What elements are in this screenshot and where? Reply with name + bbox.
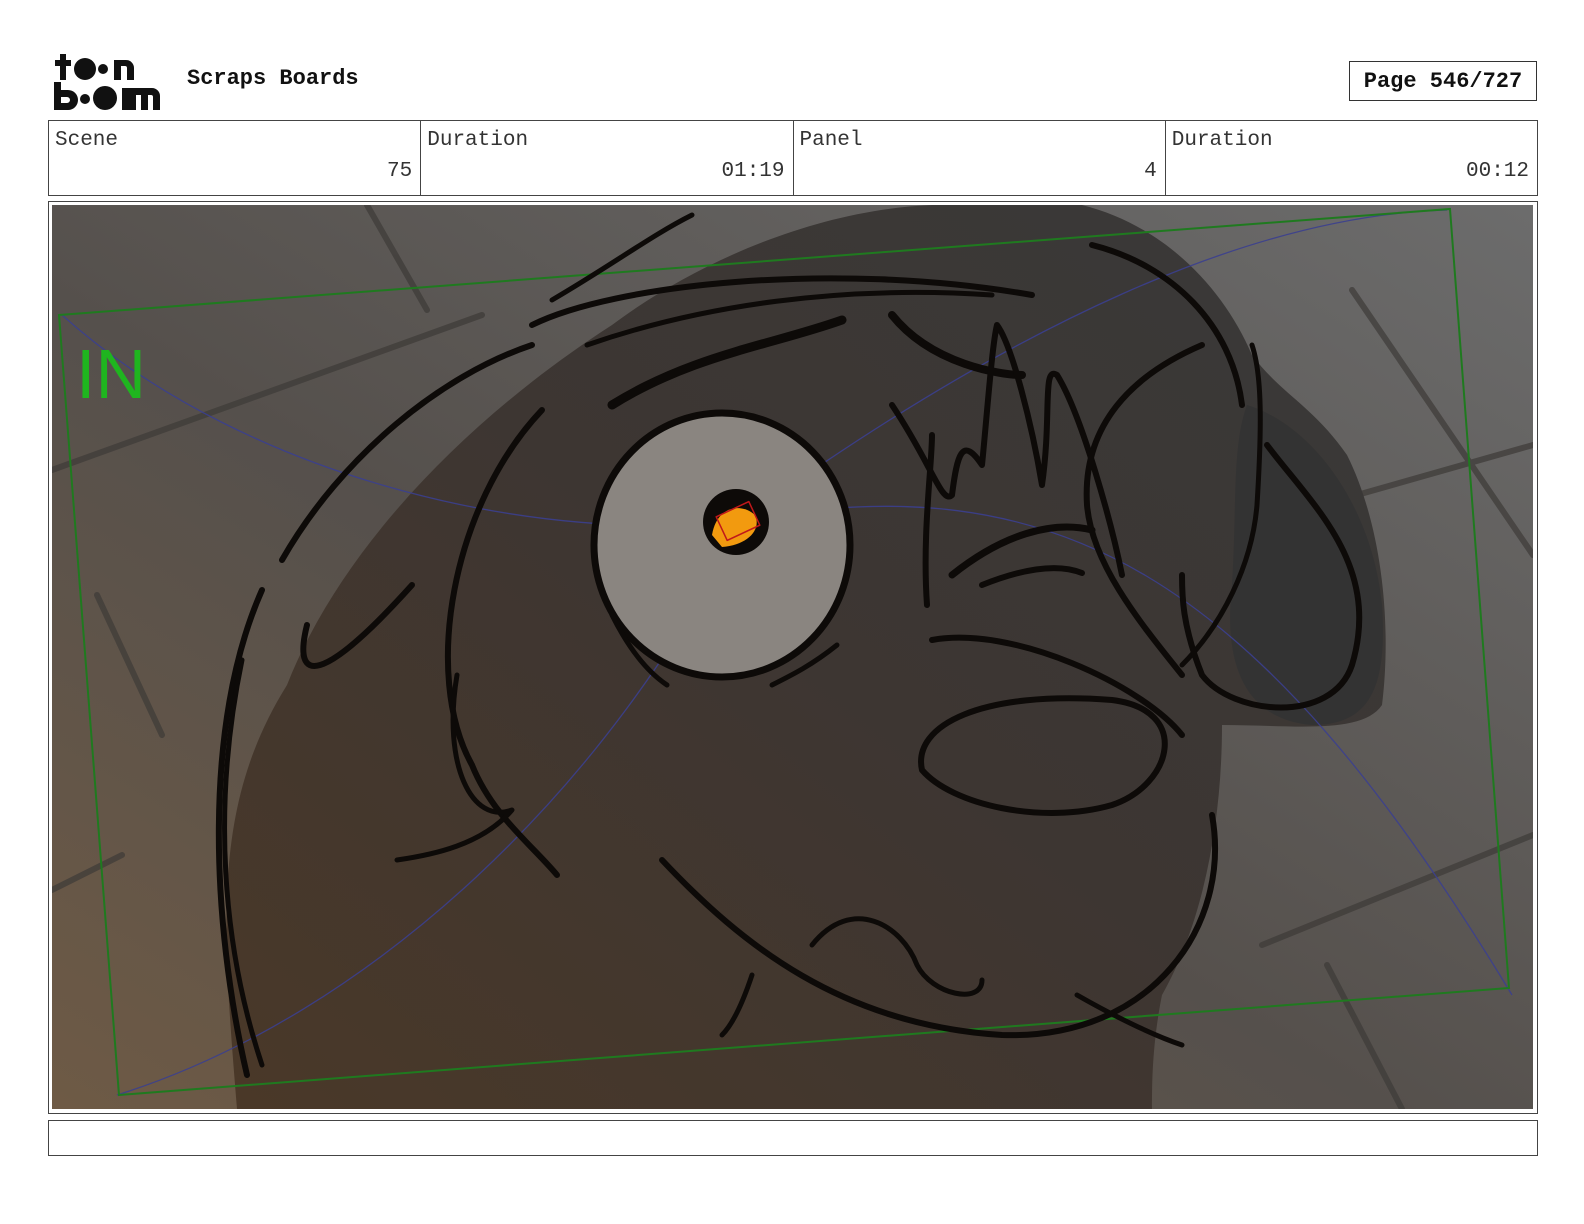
panel-duration-value: 00:12: [1465, 160, 1529, 183]
scene-value: 75: [387, 160, 413, 183]
scene-duration-label: Duration: [427, 129, 529, 152]
panel-duration-label: Duration: [1171, 129, 1273, 152]
page-indicator: Page 546/727: [1349, 61, 1537, 101]
scene-label: Scene: [55, 129, 119, 152]
panel-drawing: IN: [52, 205, 1533, 1109]
toon-boom-logo: [54, 54, 160, 110]
panel-label: Panel: [799, 129, 863, 152]
board-title: Scraps Boards: [187, 66, 359, 91]
scene-cell: Scene 75: [49, 121, 422, 195]
scene-duration-value: 01:19: [721, 160, 785, 183]
panel-value: 4: [1144, 160, 1157, 183]
camera-in-label: IN: [76, 335, 146, 413]
panel-duration-cell: Duration 00:12: [1166, 121, 1537, 195]
panel-notes: [48, 1120, 1538, 1156]
panel-cell: Panel 4: [794, 121, 1166, 195]
scene-duration-cell: Duration 01:19: [421, 121, 794, 195]
panel-info-table: Scene 75 Duration 01:19 Panel 4 Duration…: [48, 120, 1538, 196]
storyboard-panel: IN: [48, 201, 1538, 1114]
